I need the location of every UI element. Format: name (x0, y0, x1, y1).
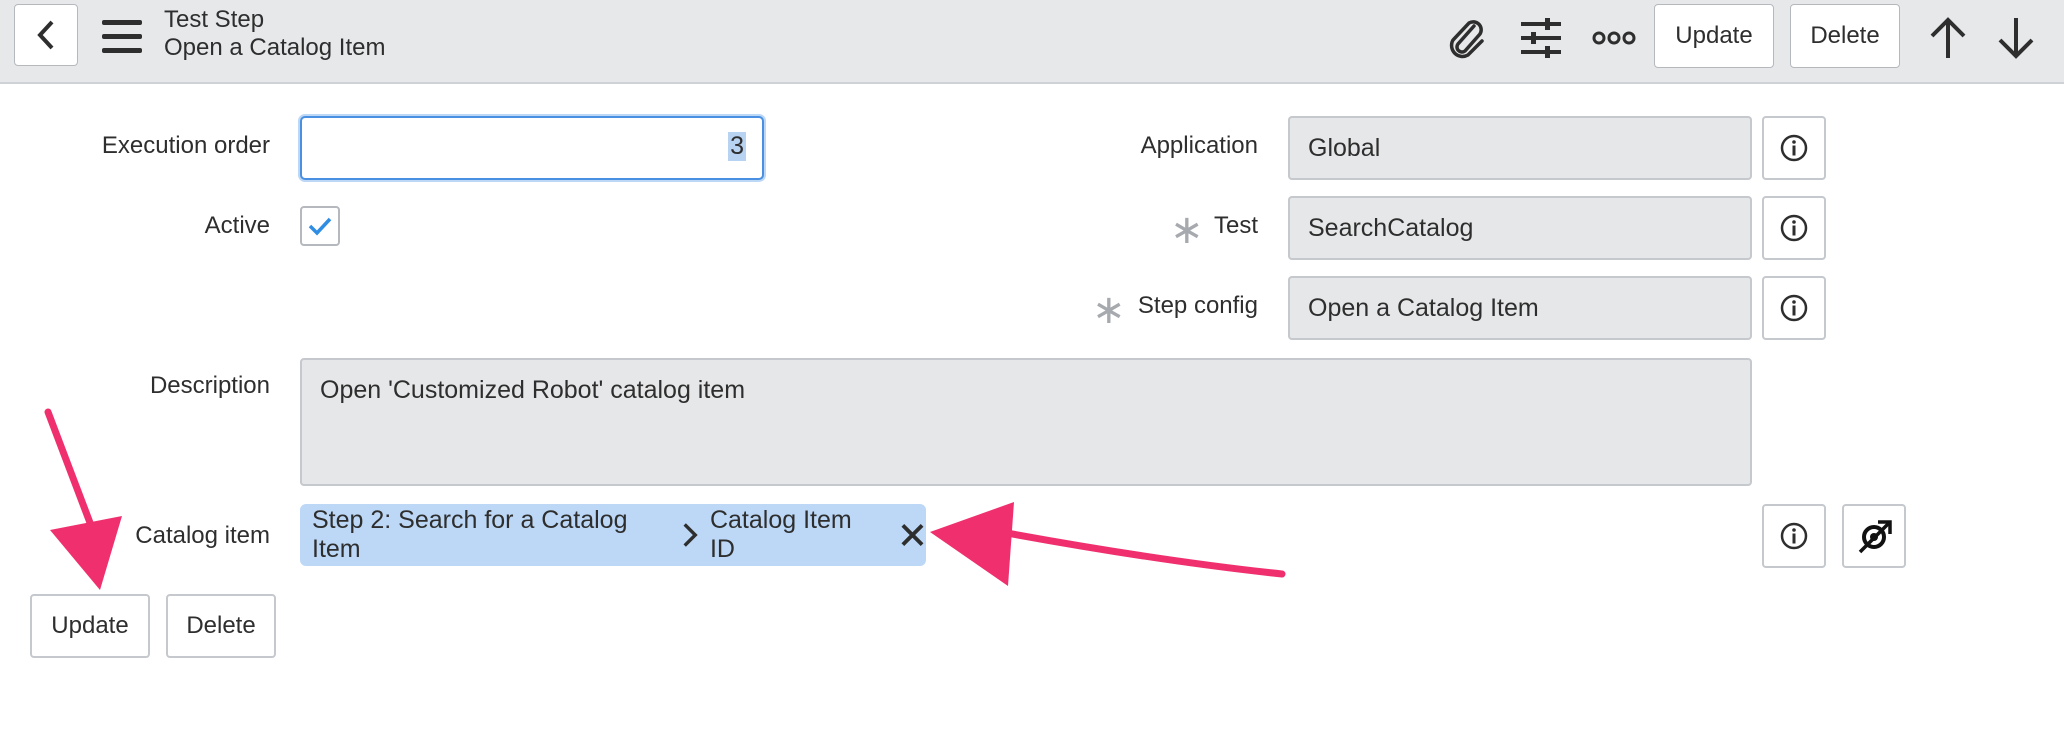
delete-button[interactable]: Delete (166, 594, 276, 658)
header-update-button[interactable]: Update (1654, 4, 1774, 68)
form-header: Test Step Open a Catalog Item Update Del… (0, 0, 2064, 84)
back-icon (37, 20, 54, 50)
pill-step-text: Step 2: Search for a Catalog Item (312, 506, 628, 563)
info-icon (1780, 522, 1808, 550)
update-button[interactable]: Update (30, 594, 150, 658)
info-icon (1780, 214, 1808, 242)
execution-order-input[interactable]: 3 (300, 116, 764, 180)
close-icon[interactable] (899, 521, 926, 549)
header-delete-button[interactable]: Delete (1790, 4, 1900, 68)
description-field[interactable]: Open 'Customized Robot' catalog item (300, 358, 1752, 486)
step-config-info-button[interactable] (1762, 276, 1826, 340)
header-titles: Test Step Open a Catalog Item (164, 6, 385, 62)
test-field[interactable]: SearchCatalog (1288, 196, 1752, 260)
header-subtitle: Open a Catalog Item (164, 34, 386, 61)
info-icon (1780, 294, 1808, 322)
active-label: Active (204, 212, 270, 239)
checkmark-icon (308, 217, 332, 236)
pill-field-text: Catalog Item ID (709, 506, 852, 563)
back-button[interactable] (14, 4, 78, 66)
step-config-label: Step config (1137, 292, 1258, 319)
catalog-item-info-button[interactable] (1762, 504, 1826, 568)
more-icon[interactable] (1590, 14, 1638, 62)
annotation-arrow-update (44, 408, 122, 590)
catalog-item-pill[interactable]: Step 2: Search for a Catalog Item Catalo… (300, 504, 926, 566)
application-field[interactable]: Global (1288, 116, 1752, 180)
execution-order-value: 3 (728, 132, 746, 161)
dependency-icon (1858, 520, 1892, 554)
paperclip-icon[interactable] (1442, 14, 1490, 62)
test-label: Test (1213, 212, 1258, 239)
step-config-field[interactable]: Open a Catalog Item (1288, 276, 1752, 340)
catalog-item-label: Catalog item (135, 522, 270, 549)
sliders-icon[interactable] (1517, 14, 1565, 62)
hamburger-icon[interactable] (102, 20, 142, 54)
test-required-icon: ∗ (1170, 208, 1204, 252)
execution-order-label: Execution order (101, 132, 270, 159)
application-info-button[interactable] (1762, 116, 1826, 180)
annotation-arrow-catalog (930, 502, 1286, 586)
test-info-button[interactable] (1762, 196, 1826, 260)
arrow-up-icon[interactable] (1924, 14, 1972, 62)
dependency-button[interactable] (1842, 504, 1906, 568)
active-checkbox[interactable] (300, 206, 340, 246)
chevron-right-icon (683, 523, 698, 547)
header-title: Test Step (164, 6, 265, 33)
info-icon (1780, 134, 1808, 162)
arrow-down-icon[interactable] (1992, 14, 2040, 62)
description-label: Description (149, 372, 270, 399)
application-label: Application (1140, 132, 1258, 159)
